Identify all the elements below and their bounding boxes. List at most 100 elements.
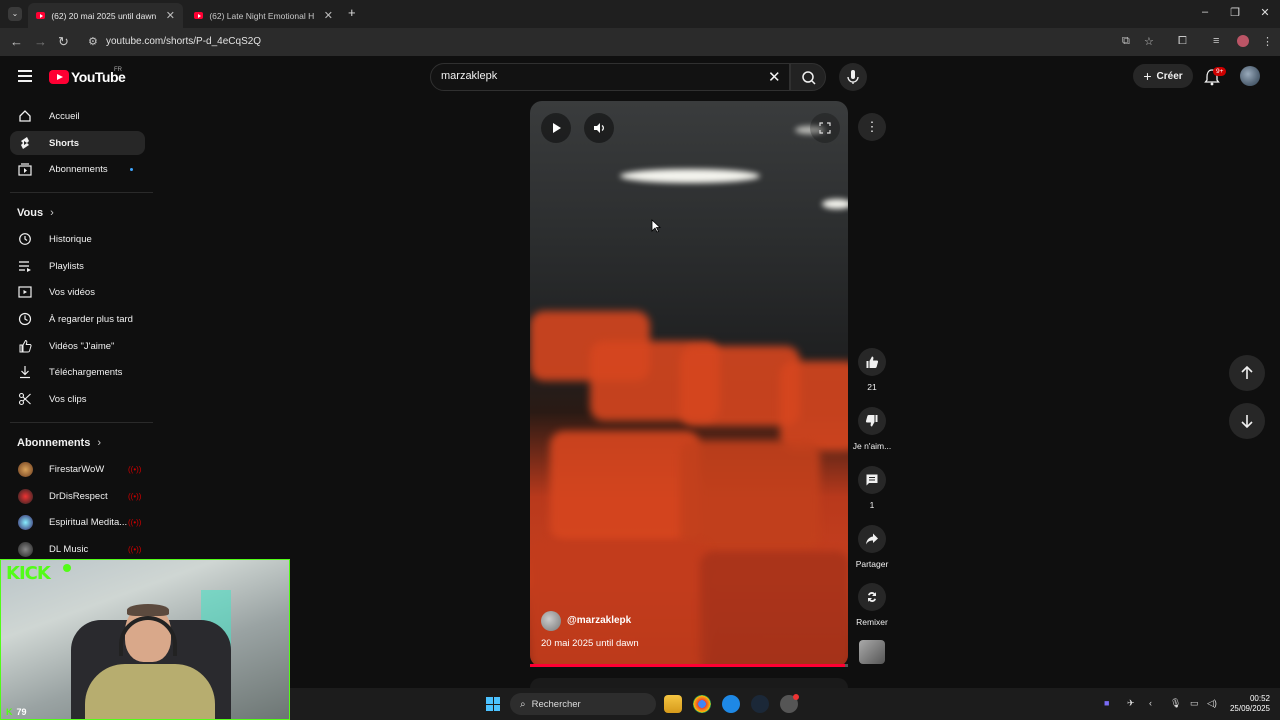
tab-second[interactable]: (62) Late Night Emotional Hous ✕: [186, 3, 341, 28]
sidebar-item-shorts[interactable]: Shorts: [10, 131, 145, 155]
more-options-button[interactable]: ⋮: [858, 113, 886, 141]
share-button[interactable]: [858, 525, 886, 553]
tab-close-icon[interactable]: ✕: [324, 9, 333, 22]
remix-button[interactable]: [858, 583, 886, 611]
volume-button[interactable]: [584, 113, 614, 143]
comment-count: 1: [869, 500, 875, 510]
sidebar-item-label: DL Music: [49, 543, 89, 555]
cinema-seat: [550, 431, 700, 541]
volume-icon[interactable]: ◁): [1207, 698, 1217, 709]
bookmark-star-icon[interactable]: ☆: [1144, 35, 1154, 48]
play-icon: [553, 123, 561, 133]
sidebar-item-accueil[interactable]: Accueil: [10, 104, 145, 128]
install-app-icon[interactable]: ⧉: [1122, 35, 1130, 48]
maximize-button[interactable]: ❐: [1220, 6, 1250, 19]
forward-button[interactable]: →: [34, 34, 47, 49]
sidebar-item-telechargements[interactable]: Téléchargements: [10, 360, 145, 384]
sidebar-item-label: À regarder plus tard: [49, 313, 133, 325]
app-icon[interactable]: [722, 695, 740, 713]
heading-label: Vous: [17, 207, 44, 219]
play-button[interactable]: [541, 113, 571, 143]
comment-icon: [866, 474, 878, 486]
tab-search-button[interactable]: ⌄: [8, 7, 22, 21]
search-query: marzaklepk: [441, 70, 498, 82]
extensions-icon[interactable]: ⧠: [1178, 35, 1187, 48]
new-tab-button[interactable]: +: [348, 5, 356, 20]
sidebar-heading-abonnements[interactable]: Abonnements ›: [17, 437, 101, 449]
sidebar-heading-vous[interactable]: Vous ›: [17, 207, 54, 219]
kick-icon: K: [6, 707, 13, 717]
tray-app-icon[interactable]: ■: [1104, 698, 1109, 708]
tray-app-icon[interactable]: ✈: [1127, 698, 1135, 709]
your-videos-icon: [17, 285, 33, 299]
kick-logo: KICK: [6, 563, 51, 584]
chevron-right-icon: ›: [50, 207, 54, 219]
steam-icon[interactable]: [751, 695, 769, 713]
sidebar-item-playlists[interactable]: Playlists: [10, 254, 145, 278]
search-button[interactable]: [790, 63, 826, 91]
browser-menu-icon[interactable]: ⋮: [1262, 35, 1273, 48]
sidebar-channel-espiritual[interactable]: Espiritual Medita...: [10, 510, 145, 534]
minimize-button[interactable]: –: [1190, 6, 1220, 18]
create-button[interactable]: + Créer: [1133, 64, 1193, 88]
system-clock[interactable]: 00:52 25/09/2025: [1226, 694, 1270, 714]
comments-button[interactable]: [858, 466, 886, 494]
previous-short-button[interactable]: [1229, 355, 1265, 391]
sidebar-divider: [10, 422, 153, 423]
sidebar-channel-firestarwow[interactable]: FirestarWoW: [10, 457, 145, 481]
next-short-button[interactable]: [1229, 403, 1265, 439]
fullscreen-button[interactable]: [810, 113, 840, 143]
short-channel-name[interactable]: @marzaklepk: [567, 615, 631, 626]
network-icon[interactable]: ▭: [1190, 698, 1199, 709]
live-icon: ((•)): [128, 545, 142, 554]
mouse-cursor-icon: [651, 219, 662, 238]
address-bar-url[interactable]: youtube.com/shorts/P-d_4eCqS2Q: [106, 36, 261, 47]
channel-avatar: [17, 488, 33, 504]
live-icon: ((•)): [128, 465, 142, 474]
dislike-label: Je n'aim...: [852, 441, 892, 451]
clear-search-icon[interactable]: ✕: [768, 68, 781, 86]
chrome-icon[interactable]: [693, 695, 711, 713]
reload-button[interactable]: ↻: [58, 34, 69, 50]
arrow-up-icon: [1241, 365, 1253, 379]
create-label: Créer: [1156, 70, 1183, 82]
sidebar-item-vos-videos[interactable]: Vos vidéos: [10, 280, 145, 304]
profile-avatar[interactable]: [1237, 35, 1249, 47]
sidebar-item-vos-clips[interactable]: Vos clips: [10, 387, 145, 411]
cinema-seat: [680, 441, 820, 551]
short-progress-bar[interactable]: [530, 664, 848, 667]
short-channel-avatar[interactable]: [541, 611, 561, 631]
taskbar-search[interactable]: ⌕ Rechercher: [510, 693, 656, 715]
menu-icon[interactable]: [18, 70, 32, 82]
sidebar-item-abonnements[interactable]: Abonnements: [10, 157, 145, 181]
clock-time: 00:52: [1249, 694, 1270, 703]
sidebar-channel-drdisrespect[interactable]: DrDisRespect: [10, 484, 145, 508]
close-window-button[interactable]: ✕: [1250, 6, 1280, 19]
thumbs-down-icon: [865, 415, 878, 427]
sidebar-item-label: Accueil: [49, 110, 80, 122]
dislike-button[interactable]: [858, 407, 886, 435]
short-title[interactable]: 20 mai 2025 until dawn: [541, 638, 639, 649]
sound-thumbnail[interactable]: [859, 640, 885, 664]
like-button[interactable]: [858, 348, 886, 376]
sidebar-item-historique[interactable]: Historique: [10, 227, 145, 251]
account-avatar[interactable]: [1240, 66, 1260, 86]
short-video-player[interactable]: [530, 101, 848, 667]
sidebar-item-a-regarder-plus-tard[interactable]: À regarder plus tard: [10, 307, 145, 331]
windows-start-icon[interactable]: [486, 697, 500, 711]
sidebar-item-label: Historique: [49, 233, 92, 245]
sidebar-channel-dl-music[interactable]: DL Music: [10, 537, 145, 561]
voice-search-button[interactable]: [839, 63, 867, 91]
site-info-icon[interactable]: ⚙: [88, 35, 98, 48]
file-explorer-icon[interactable]: [664, 695, 682, 713]
microphone-icon[interactable]: 🎙: [1170, 698, 1181, 709]
reading-list-icon[interactable]: ≡: [1213, 35, 1219, 47]
sidebar-item-videos-jaime[interactable]: Vidéos "J'aime": [10, 334, 145, 358]
tray-chevron-icon[interactable]: ‹: [1149, 698, 1152, 708]
tab-close-icon[interactable]: ✕: [166, 9, 175, 22]
tab-current[interactable]: (62) 20 mai 2025 until dawn ✕: [28, 3, 183, 28]
verified-badge-icon: [63, 564, 71, 572]
back-button[interactable]: ←: [10, 34, 23, 49]
subscriptions-icon: [17, 162, 33, 176]
next-short-preview: [530, 678, 848, 688]
